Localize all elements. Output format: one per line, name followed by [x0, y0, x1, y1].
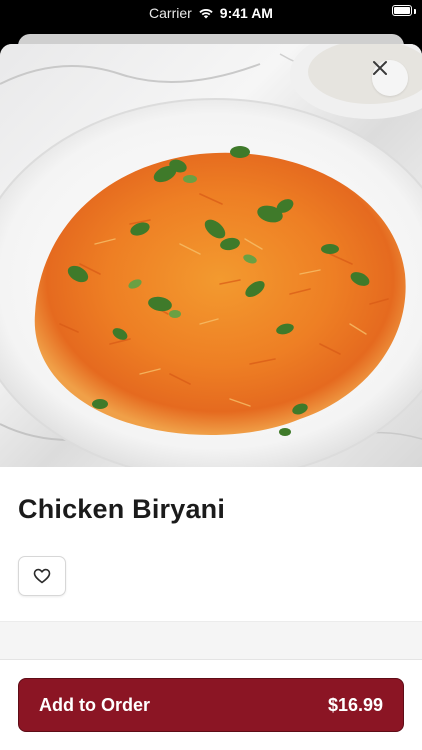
battery-icon [392, 5, 412, 16]
battery-tip [414, 9, 416, 14]
add-to-order-button[interactable]: Add to Order $16.99 [18, 678, 404, 732]
close-button[interactable] [372, 60, 408, 96]
favorite-button[interactable] [18, 556, 66, 596]
food-image [0, 44, 422, 467]
item-detail-sheet: Chicken Biryani Add to Order $16.99 [0, 44, 422, 750]
item-title: Chicken Biryani [18, 494, 226, 524]
wifi-icon [199, 8, 213, 19]
heart-outline-icon [33, 568, 51, 584]
carrier-label: Carrier [149, 5, 192, 21]
close-icon [373, 61, 387, 75]
add-to-order-label: Add to Order [39, 694, 150, 715]
time-label: 9:41 AM [219, 5, 273, 21]
item-price: $16.99 [327, 694, 383, 715]
status-bar: Carrier 9:41 AM [0, 0, 422, 26]
section-divider [0, 621, 422, 660]
status-center: Carrier 9:41 AM [149, 5, 273, 21]
food-photo [0, 44, 422, 467]
